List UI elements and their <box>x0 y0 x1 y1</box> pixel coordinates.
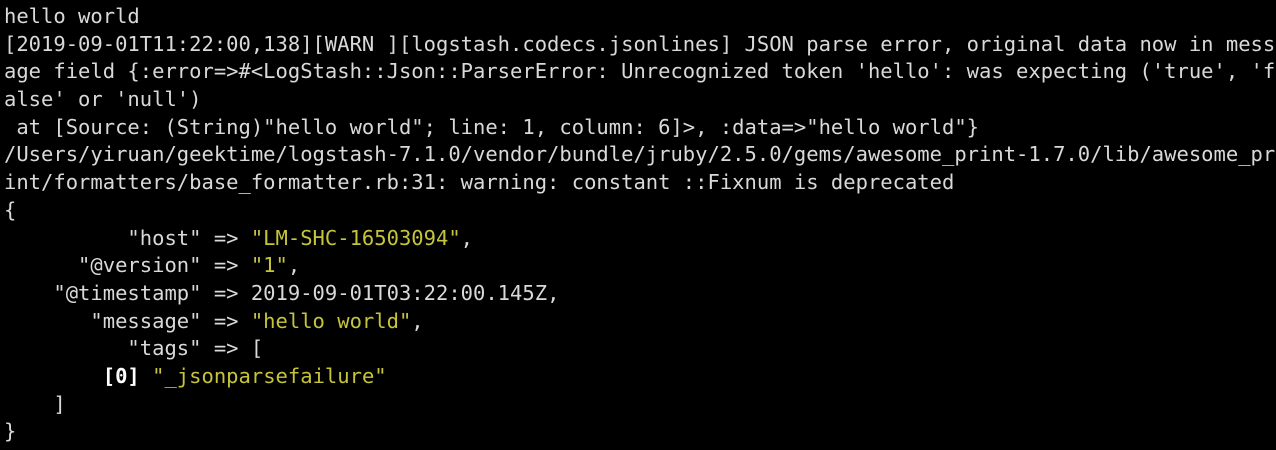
field-key: "tags" => <box>4 336 251 361</box>
field-separator: , <box>287 253 301 278</box>
event-open-brace: { <box>4 197 17 222</box>
tags-item-index: [0] <box>102 363 140 388</box>
field-value: "1" <box>250 253 288 278</box>
warn-log-line-4: at [Source: (String)"hello world"; line:… <box>4 114 980 139</box>
warn-log-line-3: alse' or 'null') <box>4 87 202 112</box>
tags-close-bracket: ] <box>4 391 66 416</box>
field-value: "LM-SHC-16503094" <box>250 225 461 250</box>
field-key: "message" => <box>4 308 251 333</box>
deprecation-line-2: int/formatters/base_formatter.rb:31: war… <box>4 170 955 195</box>
field-key: "@version" => <box>4 253 251 278</box>
warn-log-line-1: [2019-09-01T11:22:00,138][WARN ][logstas… <box>4 31 1276 56</box>
field-separator: , <box>411 308 424 333</box>
field-separator: , <box>460 225 474 250</box>
tags-item-value: "_jsonparsefailure" <box>152 363 387 388</box>
field-value: 2019-09-01T03:22:00.145Z <box>250 280 548 305</box>
tags-item-indent <box>4 364 103 388</box>
event-field-version: "@version" => "1", <box>4 252 1276 280</box>
input-echo-line: hello world <box>4 4 140 28</box>
event-field-message: "message" => "hello world", <box>4 308 1276 336</box>
field-key: "host" => <box>4 225 251 250</box>
field-value: "hello world" <box>250 308 412 333</box>
warn-log-line-2: age field {:error=>#<LogStash::Json::Par… <box>4 59 1276 84</box>
event-field-tags: "tags" => [ <box>4 335 1276 363</box>
tags-item: [0] "_jsonparsefailure" <box>4 363 1276 391</box>
event-field-timestamp: "@timestamp" => 2019-09-01T03:22:00.145Z… <box>4 280 1276 308</box>
deprecation-line-1: /Users/yiruan/geektime/logstash-7.1.0/ve… <box>4 142 1276 167</box>
event-close-brace: } <box>4 419 17 444</box>
field-separator: , <box>547 280 560 305</box>
terminal-window[interactable]: hello world [2019-09-01T11:22:00,138][WA… <box>0 0 1276 450</box>
field-key: "@timestamp" => <box>4 280 251 305</box>
tags-open-bracket: [ <box>250 336 264 361</box>
event-field-host: "host" => "LM-SHC-16503094", <box>4 225 1276 253</box>
